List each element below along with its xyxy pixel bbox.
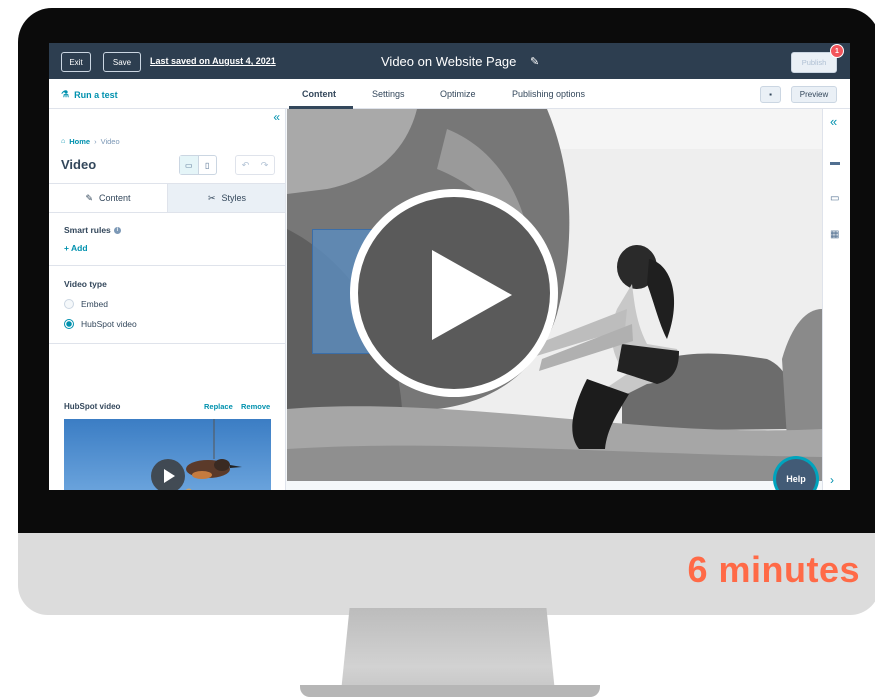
redo-icon[interactable]: ↷ [255, 156, 274, 174]
video-type-heading: Video type [64, 279, 107, 289]
divider [49, 265, 285, 266]
editor-tabbar: ⚗ Run a test Content Settings Optimize P… [49, 79, 850, 109]
comment-icon[interactable]: ▬ [830, 157, 840, 168]
comment-icon: ▪ [769, 90, 772, 99]
breadcrumb-separator: › [94, 137, 97, 146]
calendar-icon[interactable]: ▦ [830, 229, 839, 240]
desktop-icon[interactable]: ▭ [180, 156, 199, 174]
tab-settings[interactable]: Settings [372, 89, 405, 99]
exit-button[interactable]: Exit [61, 52, 91, 72]
save-button[interactable]: Save [103, 52, 141, 72]
radio-hubspot-video[interactable] [64, 319, 74, 329]
video-thumbnail[interactable] [64, 419, 271, 490]
info-icon[interactable]: i [113, 227, 121, 235]
duration-label: 6 minutes [687, 549, 860, 590]
radio-embed[interactable] [64, 299, 74, 309]
replace-link[interactable]: Replace [204, 402, 233, 411]
breadcrumb-home[interactable]: Home [69, 137, 90, 146]
run-test-link[interactable]: ⚗ Run a test [61, 89, 118, 100]
play-triangle [432, 250, 512, 340]
add-smart-rule-link[interactable]: + Add [64, 243, 88, 253]
smart-rules-heading: Smart rules i [64, 225, 121, 235]
tab-sidebar-content[interactable]: ✎ Content [49, 184, 167, 212]
undo-redo-group: ↶ ↷ [235, 155, 275, 175]
page-canvas[interactable] [287, 109, 822, 481]
device-toggle: ▭ ▯ [179, 155, 217, 175]
tab-sidebar-styles-label: Styles [221, 193, 247, 203]
radio-embed-label: Embed [81, 299, 108, 309]
remove-link[interactable]: Remove [241, 402, 270, 411]
layout-icon[interactable]: ▭ [830, 193, 839, 204]
play-icon[interactable] [350, 189, 558, 397]
breadcrumb: ⌂ Home › Video [61, 137, 120, 146]
smart-rules-label: Smart rules [64, 225, 111, 235]
divider [49, 343, 285, 344]
module-title: Video [61, 157, 97, 172]
collapse-icon[interactable]: « [830, 114, 837, 129]
mobile-icon[interactable]: ▯ [199, 156, 217, 174]
module-sidebar: « ⌂ Home › Video Video ▭ ▯ ↶ ↷ ✎ Content… [49, 109, 286, 490]
radio-hubspot-label: HubSpot video [81, 319, 137, 329]
pencil-icon[interactable]: ✎ [530, 55, 539, 68]
right-rail: « ▬ ▭ ▦ › [822, 109, 850, 490]
styles-icon: ✂ [207, 192, 216, 203]
tab-content[interactable]: Content [302, 89, 336, 99]
run-test-label: Run a test [74, 89, 118, 100]
video-type-option-hubspot[interactable]: HubSpot video [64, 319, 137, 329]
editor-header: Exit Save Last saved on August 4, 2021 V… [49, 43, 850, 79]
screen: Exit Save Last saved on August 4, 2021 V… [49, 43, 850, 490]
publish-button[interactable]: Publish [791, 52, 837, 73]
tab-optimize[interactable]: Optimize [440, 89, 476, 99]
page-title: Video on Website Page [381, 54, 517, 69]
pencil-icon: ✎ [85, 192, 93, 203]
preview-button[interactable]: Preview [791, 86, 837, 103]
comment-button[interactable]: ▪ [760, 86, 781, 103]
last-saved-link[interactable]: Last saved on August 4, 2021 [150, 56, 276, 66]
collapse-icon[interactable]: « [273, 110, 280, 124]
tab-sidebar-styles[interactable]: ✂ Styles [167, 184, 285, 212]
tab-publishing-options[interactable]: Publishing options [512, 89, 585, 99]
tab-sidebar-content-label: Content [99, 193, 131, 203]
home-icon: ⌂ [61, 138, 66, 145]
monitor-stand-base [300, 685, 600, 697]
notification-badge: 1 [830, 44, 844, 58]
breadcrumb-current: Video [100, 137, 120, 146]
video-type-option-embed[interactable]: Embed [64, 299, 108, 309]
flask-icon: ⚗ [61, 89, 70, 99]
undo-icon[interactable]: ↶ [236, 156, 255, 174]
monitor-stand [341, 608, 555, 692]
sidebar-tabs: ✎ Content ✂ Styles [49, 183, 285, 213]
chevron-right-icon[interactable]: › [830, 473, 834, 487]
hubspot-video-heading: HubSpot video [64, 402, 121, 411]
play-icon[interactable] [151, 459, 185, 490]
